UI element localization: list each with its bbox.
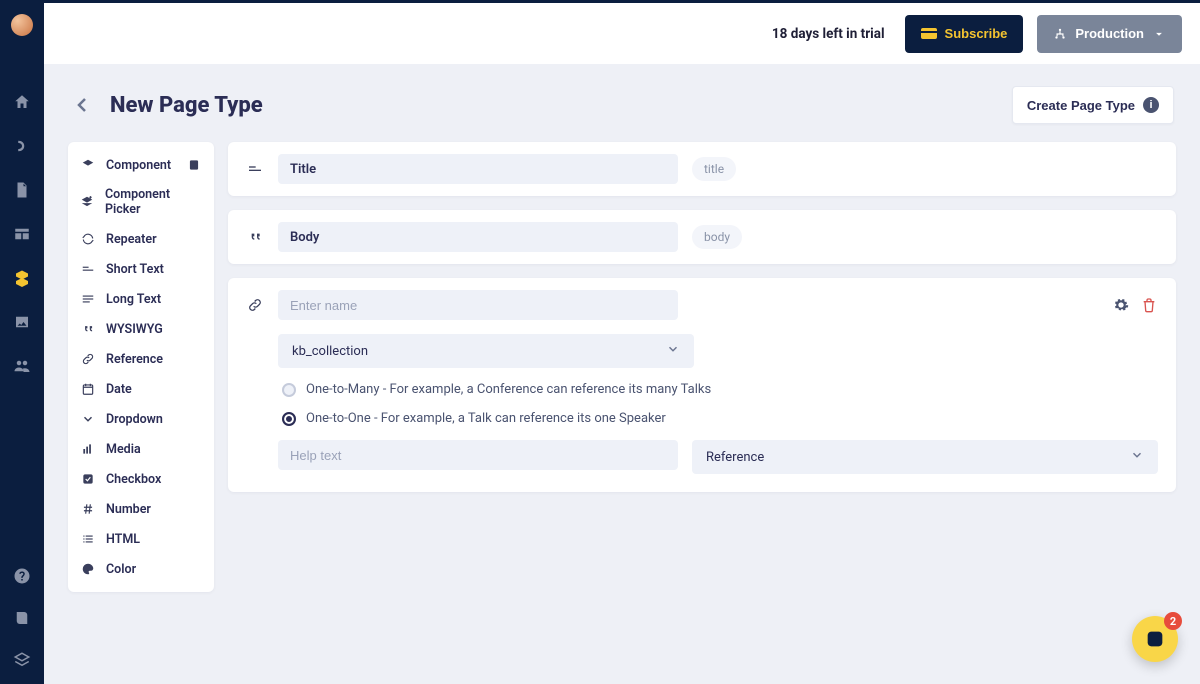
- page-title: New Page Type: [110, 93, 263, 118]
- field-name-label[interactable]: Body: [278, 222, 678, 252]
- relation-one-to-many[interactable]: One-to-Many - For example, a Conference …: [278, 382, 1158, 397]
- chevron-down-icon: [80, 411, 96, 427]
- collection-value: kb_collection: [292, 344, 368, 359]
- page-icon[interactable]: [12, 180, 32, 200]
- link-icon: [80, 351, 96, 367]
- credit-card-icon: [921, 28, 937, 39]
- field-card-reference: kb_collection One-to-Many - For example,…: [228, 278, 1176, 492]
- field-card-title: Title title: [228, 142, 1176, 196]
- type-component[interactable]: Component: [68, 150, 214, 180]
- list-icon: [80, 531, 96, 547]
- book-icon: [186, 157, 202, 173]
- gear-icon: [1113, 297, 1129, 313]
- radio-icon: [282, 383, 296, 397]
- subscribe-button[interactable]: Subscribe: [905, 15, 1024, 53]
- blog-icon[interactable]: [12, 136, 32, 156]
- back-button[interactable]: [70, 93, 94, 117]
- display-value: Reference: [706, 450, 764, 465]
- help-text-input[interactable]: [278, 440, 678, 470]
- checkbox-icon: [80, 471, 96, 487]
- short-text-icon: [80, 261, 96, 277]
- topbar: 18 days left in trial Subscribe Producti…: [44, 0, 1200, 64]
- create-label: Create Page Type: [1027, 98, 1135, 113]
- palette-icon: [80, 561, 96, 577]
- calendar-icon: [80, 381, 96, 397]
- avatar[interactable]: [11, 14, 33, 36]
- type-component-picker[interactable]: Component Picker: [68, 180, 214, 224]
- trial-text: 18 days left in trial: [772, 26, 885, 42]
- link-icon: [246, 296, 264, 314]
- type-repeater[interactable]: Repeater: [68, 224, 214, 254]
- short-text-icon: [246, 160, 264, 178]
- type-color[interactable]: Color: [68, 554, 214, 584]
- chat-launcher[interactable]: 2: [1132, 616, 1178, 662]
- image-icon[interactable]: [12, 312, 32, 332]
- type-date[interactable]: Date: [68, 374, 214, 404]
- type-reference[interactable]: Reference: [68, 344, 214, 374]
- field-types-panel: Component Component Picker Repeater: [68, 142, 214, 592]
- chevron-down-icon: [1152, 27, 1166, 41]
- long-text-icon: [80, 291, 96, 307]
- info-icon: i: [1143, 97, 1159, 113]
- layers-plus-icon: [80, 194, 95, 210]
- subscribe-label: Subscribe: [945, 26, 1008, 41]
- field-slug: body: [692, 225, 742, 249]
- model-icon[interactable]: [12, 268, 32, 288]
- type-short-text[interactable]: Short Text: [68, 254, 214, 284]
- display-select[interactable]: Reference: [692, 440, 1158, 474]
- nav-rail: [0, 0, 44, 684]
- chart-icon: [80, 441, 96, 457]
- sitemap-icon: [1053, 27, 1067, 41]
- collection-select[interactable]: kb_collection: [278, 334, 694, 368]
- stack-icon[interactable]: [12, 650, 32, 670]
- table-icon[interactable]: [12, 224, 32, 244]
- home-icon[interactable]: [12, 92, 32, 112]
- field-card-body: Body body: [228, 210, 1176, 264]
- quote-icon: [80, 321, 96, 337]
- field-slug: title: [692, 157, 736, 181]
- type-dropdown[interactable]: Dropdown: [68, 404, 214, 434]
- type-number[interactable]: Number: [68, 494, 214, 524]
- type-media[interactable]: Media: [68, 434, 214, 464]
- type-long-text[interactable]: Long Text: [68, 284, 214, 314]
- relation-one-to-one[interactable]: One-to-One - For example, a Talk can ref…: [278, 411, 1158, 426]
- quote-icon: [246, 228, 264, 246]
- delete-button[interactable]: [1140, 296, 1158, 314]
- help-icon[interactable]: [12, 566, 32, 586]
- field-name-input[interactable]: [278, 290, 678, 320]
- layers-icon: [80, 157, 96, 173]
- trash-icon: [1141, 297, 1157, 313]
- repeat-icon: [80, 231, 96, 247]
- chevron-down-icon: [1130, 448, 1144, 466]
- docs-icon[interactable]: [12, 608, 32, 628]
- field-name-label[interactable]: Title: [278, 154, 678, 184]
- environment-button[interactable]: Production: [1037, 15, 1182, 53]
- type-wysiwyg[interactable]: WYSIWYG: [68, 314, 214, 344]
- chevron-left-icon: [70, 93, 94, 117]
- create-page-type-button[interactable]: Create Page Type i: [1012, 86, 1174, 124]
- users-icon[interactable]: [12, 356, 32, 376]
- intercom-icon: [1144, 628, 1166, 650]
- chat-badge: 2: [1164, 612, 1182, 630]
- chevron-down-icon: [666, 342, 680, 360]
- radio-icon: [282, 412, 296, 426]
- environment-label: Production: [1075, 26, 1144, 41]
- type-checkbox[interactable]: Checkbox: [68, 464, 214, 494]
- hash-icon: [80, 501, 96, 517]
- type-html[interactable]: HTML: [68, 524, 214, 554]
- settings-button[interactable]: [1112, 296, 1130, 314]
